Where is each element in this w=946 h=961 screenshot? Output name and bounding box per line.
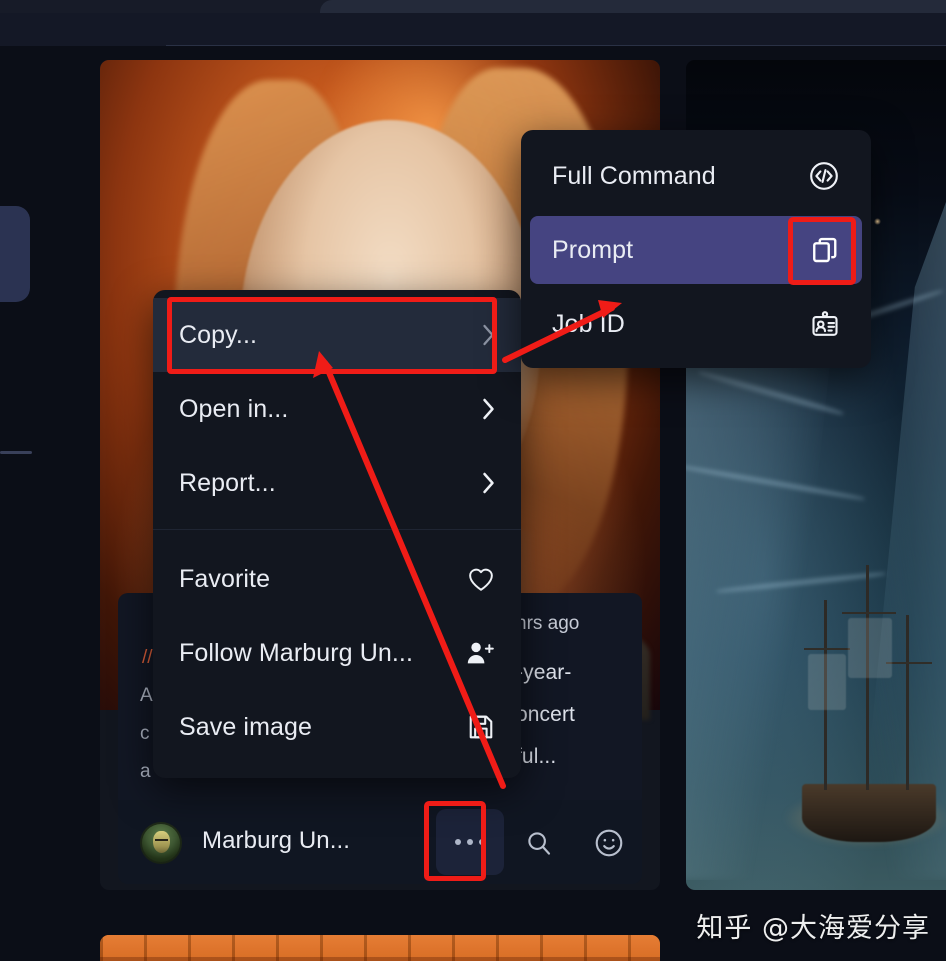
chevron-right-icon [483,398,494,420]
author-name[interactable]: Marburg Un... [202,827,350,855]
submenu-item-icon-slot [808,160,840,192]
avatar-eyes [155,839,168,841]
rail-divider [0,451,32,454]
app-root: // A c a hrs ago -year- oncert ful... Ma… [0,0,946,961]
timestamp: hrs ago [516,613,580,634]
menu-item-icon-slot [467,566,495,592]
image-toolbar: Marburg Un... [118,800,642,884]
menu-item-label: Report... [179,468,276,497]
ship-spar [804,648,850,650]
menu-item-label: Copy... [179,320,258,349]
ship-mast [906,615,909,790]
menu-item-save-image[interactable]: Save image [153,690,521,764]
info-prompt-line-3: ful... [516,745,557,768]
submenu-item-label: Job ID [552,309,625,338]
dot [479,839,485,845]
ship-spar [842,612,896,614]
menu-item-label: Open in... [179,394,289,423]
more-options-button[interactable] [436,809,504,875]
context-menu[interactable]: Copy... Open in... Report... Favorite Fo… [153,290,521,778]
copy-submenu[interactable]: Full Command Prompt Job ID [521,130,871,368]
ship-spar [886,662,932,664]
menu-item-icon-slot [482,324,495,346]
browser-tab[interactable] [320,0,946,13]
smiley-face-icon [595,829,623,857]
ship-hull [802,784,936,842]
menu-item-icon-slot [482,472,495,494]
menu-item-icon-slot [465,639,495,667]
submenu-item-prompt[interactable]: Prompt [530,216,862,284]
menu-item-label: Save image [179,712,313,741]
submenu-item-full-command[interactable]: Full Command [530,142,862,210]
submenu-item-label: Prompt [552,235,634,264]
dot [455,839,461,845]
light-spark [874,218,881,225]
submenu-item-job-id[interactable]: Job ID [530,290,862,358]
search-icon [528,832,551,855]
code-brackets-icon [810,162,838,190]
menu-item-copy[interactable]: Copy... [153,298,521,372]
rail-chip[interactable] [0,206,30,302]
chevron-right-icon [483,472,494,494]
sailing-ship [794,560,944,860]
submenu-item-icon-slot [810,235,840,265]
info-accent-text: // [142,647,153,668]
menu-item-label: Favorite [179,564,271,593]
gallery-card-bottom[interactable] [100,935,660,961]
info-left-line-2: c [140,723,150,744]
menu-item-favorite[interactable]: Favorite [153,542,521,616]
user-plus-icon [467,642,494,664]
id-badge-icon [812,311,838,336]
menu-item-follow-author[interactable]: Follow Marburg Un... [153,616,521,690]
search-button[interactable] [518,822,560,864]
menu-divider [153,529,521,530]
ship-sail [848,618,892,678]
dot [467,839,473,845]
info-left-line-1: A [140,685,153,706]
menu-item-report[interactable]: Report... [153,446,521,520]
left-rail [0,46,100,961]
menu-item-open-in[interactable]: Open in... [153,372,521,446]
info-prompt-line-2: oncert [516,703,575,726]
heart-icon [469,568,493,591]
browser-chrome-body [0,13,946,46]
ship-sail [808,654,846,710]
info-left-line-3: a [140,761,151,782]
menu-item-icon-slot [467,713,495,741]
menu-item-label: Follow Marburg Un... [179,638,414,667]
avatar-face [153,831,170,853]
orange-bar [100,957,660,961]
submenu-item-label: Full Command [552,161,716,190]
reaction-button[interactable] [588,822,630,864]
page-top-divider [166,45,946,46]
floppy-disk-icon [469,715,493,739]
chevron-right-icon [483,324,494,346]
info-prompt-line-1: -year- [516,661,572,684]
menu-item-icon-slot [482,398,495,420]
copy-icon [813,237,837,263]
watermark: 知乎 @大海爱分享 [696,913,930,944]
submenu-item-icon-slot [810,309,840,339]
avatar[interactable] [140,822,182,864]
